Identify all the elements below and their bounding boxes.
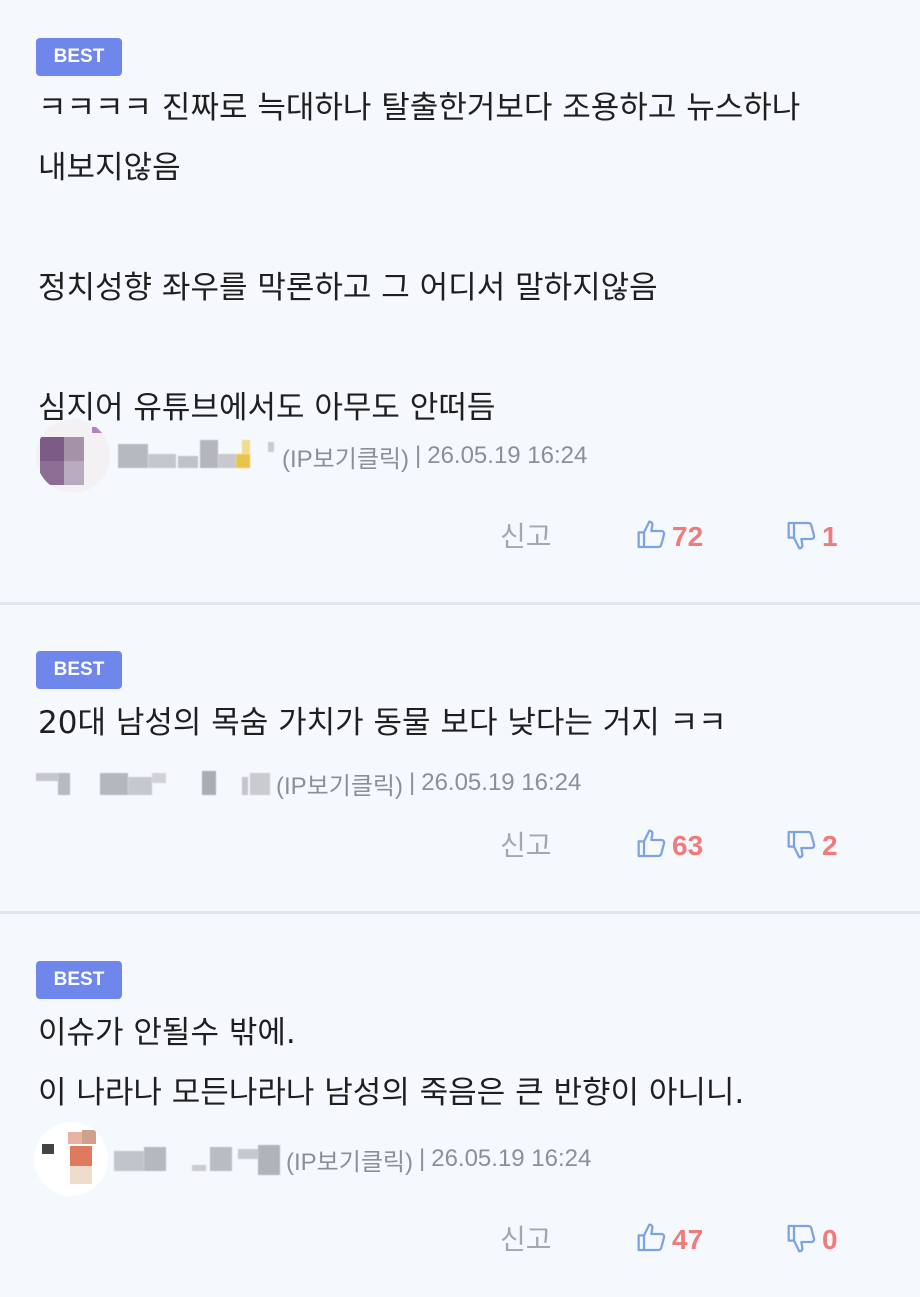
ip-view-link[interactable]: (IP보기클릭): [282, 439, 409, 474]
like-count: 72: [672, 521, 704, 552]
comment-body: ㅋㅋㅋㅋ 진짜로 늑대하나 탈출한거보다 조용하고 뉴스하나 내보지않음 정치성…: [38, 90, 801, 426]
nickname-blurred[interactable]: [36, 763, 276, 803]
dislike-count: 1: [822, 521, 838, 552]
comment-actions: 신고 72 1: [0, 512, 920, 562]
comment-timestamp: 26.05.19 16:24: [427, 442, 588, 469]
best-badge: BEST: [36, 38, 122, 76]
comment-item: BEST 20대 남성의 목숨 가치가 동물 보다 낮다는 거지 ㅋㅋ (IP보…: [0, 605, 920, 914]
like-count: 47: [672, 1224, 704, 1255]
like-button[interactable]: 63: [636, 821, 703, 871]
user-avatar[interactable]: [34, 1122, 108, 1196]
thumbs-up-icon: [636, 519, 672, 555]
comment-actions: 신고 47 0: [0, 1215, 920, 1265]
thumbs-up-icon: [636, 1222, 672, 1258]
thumbs-down-icon: [786, 519, 822, 555]
dislike-button[interactable]: 2: [786, 821, 838, 871]
meta-separator: |: [418, 1145, 426, 1172]
best-badge: BEST: [36, 651, 122, 689]
comment-item: BEST ㅋㅋㅋㅋ 진짜로 늑대하나 탈출한거보다 조용하고 뉴스하나 내보지않…: [0, 0, 920, 605]
ip-view-link[interactable]: (IP보기클릭): [276, 766, 403, 801]
comment-timestamp: 26.05.19 16:24: [431, 1145, 592, 1172]
report-button[interactable]: 신고: [500, 1215, 552, 1265]
nickname-blurred[interactable]: [118, 436, 282, 476]
meta-separator: |: [414, 442, 422, 469]
dislike-count: 2: [822, 830, 838, 861]
like-button[interactable]: 72: [636, 512, 703, 562]
comment-body: 20대 남성의 목숨 가치가 동물 보다 낮다는 거지 ㅋㅋ: [38, 705, 727, 741]
dislike-button[interactable]: 0: [786, 1215, 838, 1265]
best-badge: BEST: [36, 961, 122, 999]
dislike-count: 0: [822, 1224, 838, 1255]
report-button[interactable]: 신고: [500, 512, 552, 562]
comment-meta: (IP보기클릭) | 26.05.19 16:24: [34, 1122, 592, 1196]
thumbs-down-icon: [786, 828, 822, 864]
like-count: 63: [672, 830, 704, 861]
report-button[interactable]: 신고: [500, 821, 552, 871]
comment-meta: (IP보기클릭) | 26.05.19 16:24: [36, 419, 588, 493]
like-button[interactable]: 47: [636, 1215, 703, 1265]
ip-view-link[interactable]: (IP보기클릭): [286, 1142, 413, 1177]
user-avatar[interactable]: [36, 419, 110, 493]
comment-timestamp: 26.05.19 16:24: [421, 769, 582, 796]
nickname-blurred[interactable]: [114, 1139, 286, 1179]
comment-body: 이슈가 안될수 밖에. 이 나라나 모든나라나 남성의 죽음은 큰 반향이 아니…: [38, 1015, 745, 1111]
comment-meta: (IP보기클릭) | 26.05.19 16:24: [36, 753, 581, 813]
thumbs-up-icon: [636, 828, 672, 864]
comment-actions: 신고 63 2: [0, 821, 920, 871]
meta-separator: |: [408, 769, 416, 796]
dislike-button[interactable]: 1: [786, 512, 838, 562]
thumbs-down-icon: [786, 1222, 822, 1258]
comment-item: BEST 이슈가 안될수 밖에. 이 나라나 모든나라나 남성의 죽음은 큰 반…: [0, 914, 920, 1297]
